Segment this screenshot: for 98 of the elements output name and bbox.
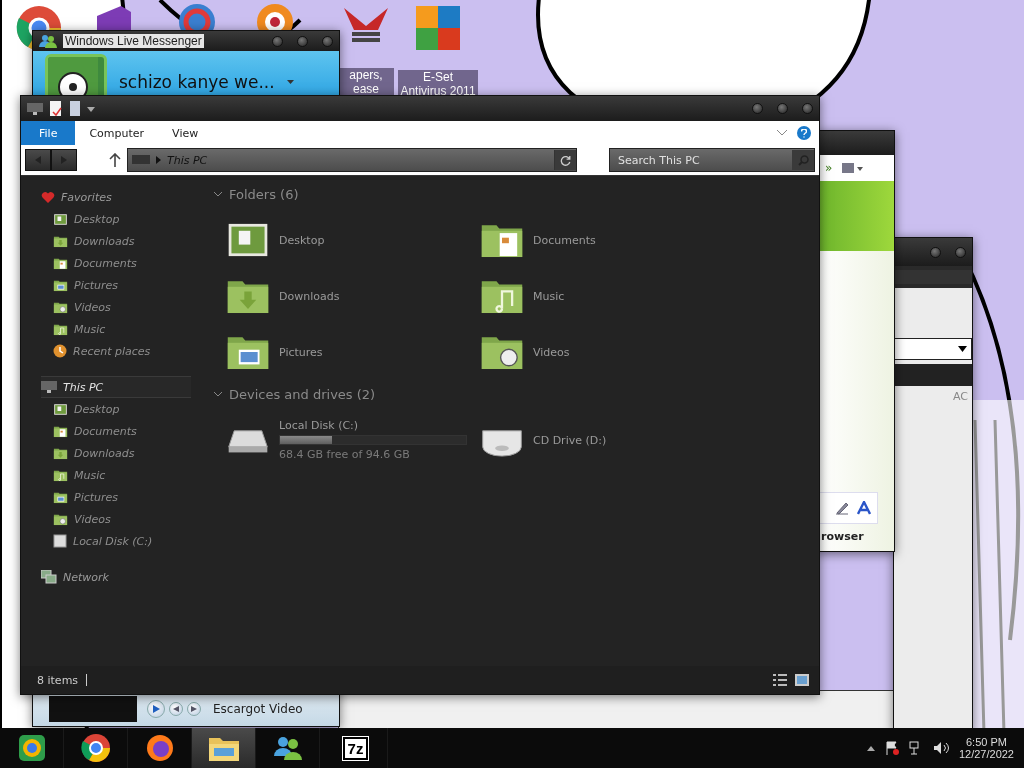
- clock-icon: [53, 344, 67, 358]
- people-icon: [271, 734, 304, 762]
- address-bar[interactable]: This PC: [127, 148, 577, 172]
- help-icon[interactable]: [797, 126, 811, 140]
- previous-button[interactable]: [169, 702, 183, 716]
- folder-icon: [53, 401, 68, 417]
- network-icon: [41, 570, 57, 584]
- browser-icon: [80, 733, 111, 763]
- nav-item[interactable]: Network: [41, 566, 191, 588]
- heart-icon: [41, 190, 55, 204]
- chevron-icon[interactable]: [777, 130, 787, 136]
- ribbon-tab[interactable]: File: [21, 121, 76, 145]
- section-header[interactable]: Devices and drives (2): [229, 386, 376, 402]
- nav-item[interactable]: Pictures: [41, 486, 191, 508]
- close-button[interactable]: [955, 246, 966, 258]
- minimize-button[interactable]: [752, 103, 763, 114]
- maximize-button[interactable]: [777, 103, 788, 114]
- properties-icon[interactable]: [49, 100, 63, 117]
- column-header: AC: [953, 389, 969, 403]
- media-title: Escargot Video: [213, 702, 303, 716]
- caret-icon: [958, 346, 967, 352]
- monitor-icon: [27, 101, 43, 116]
- people-icon: [39, 34, 57, 48]
- item-label[interactable]: Downloads: [279, 289, 340, 303]
- item-label[interactable]: Videos: [533, 345, 570, 359]
- back-icon: [35, 156, 41, 164]
- dropdown-field[interactable]: [894, 338, 972, 360]
- chevron-down-icon[interactable]: [213, 390, 223, 398]
- user-name[interactable]: schizo kanye we...: [119, 72, 275, 92]
- pencil-icon[interactable]: [835, 501, 849, 515]
- item-count: 8 items: [37, 673, 79, 687]
- play-button[interactable]: [147, 700, 165, 718]
- chevron-down-icon[interactable]: [213, 190, 223, 198]
- refresh-icon: [560, 154, 571, 166]
- search-input[interactable]: Search This PC: [616, 152, 792, 168]
- new-folder-icon[interactable]: [69, 100, 81, 117]
- taskbar-button[interactable]: 7z: [324, 728, 388, 768]
- browser-icon: [16, 733, 47, 763]
- flag-icon[interactable]: [884, 741, 899, 755]
- refresh-button[interactable]: [554, 150, 576, 170]
- nav-item[interactable]: Desktop: [41, 398, 191, 420]
- caret-icon: [286, 80, 294, 84]
- nav-item[interactable]: Downloads: [41, 442, 191, 464]
- nav-item[interactable]: Local Disk (C:): [41, 530, 191, 552]
- details-view-icon[interactable]: [773, 674, 787, 686]
- nav-item[interactable]: Favorites: [41, 186, 191, 208]
- free-space-text: 68.4 GB free of 94.6 GB: [279, 448, 411, 461]
- nav-item[interactable]: Downloads: [41, 230, 191, 252]
- volume-icon[interactable]: [932, 741, 949, 755]
- folder-icon: [53, 211, 68, 227]
- ribbon-tab[interactable]: Computer: [75, 121, 159, 145]
- monitor-icon: [132, 154, 150, 166]
- nav-item[interactable]: This PC: [41, 376, 191, 398]
- drive-icon: [53, 534, 67, 548]
- nav-item[interactable]: Desktop: [41, 208, 191, 230]
- window-title: Windows Live Messenger: [63, 34, 204, 48]
- item-label[interactable]: Desktop: [279, 233, 325, 247]
- caret-icon[interactable]: [87, 105, 95, 112]
- nav-item[interactable]: Recent places: [41, 340, 191, 362]
- menu-icon[interactable]: [842, 161, 865, 175]
- item-label[interactable]: CD Drive (D:): [533, 433, 607, 447]
- nav-item[interactable]: Videos: [41, 508, 191, 530]
- close-button[interactable]: [802, 103, 813, 114]
- nav-item[interactable]: Documents: [41, 252, 191, 274]
- clock[interactable]: 6:50 PM 12/27/2022: [958, 736, 1014, 760]
- drive-label[interactable]: Local Disk (C:): [279, 419, 467, 432]
- section-header[interactable]: Folders (6): [229, 186, 299, 202]
- play-icon: [152, 705, 160, 713]
- font-icon[interactable]: [857, 501, 871, 515]
- nav-item[interactable]: Music: [41, 318, 191, 340]
- item-label[interactable]: Pictures: [279, 345, 323, 359]
- close-button[interactable]: [322, 35, 333, 47]
- nav-item[interactable]: Music: [41, 464, 191, 486]
- item-label[interactable]: Documents: [533, 233, 596, 247]
- maximize-button[interactable]: [297, 35, 308, 47]
- caret-up-icon[interactable]: [866, 745, 875, 751]
- overflow-button[interactable]: »: [825, 161, 833, 175]
- previous-icon: [173, 706, 179, 712]
- ribbon-tab[interactable]: View: [158, 121, 213, 145]
- nav-item[interactable]: Videos: [41, 296, 191, 318]
- minimize-button[interactable]: [930, 246, 941, 258]
- monitor-icon: [41, 380, 57, 394]
- next-button[interactable]: [187, 702, 201, 716]
- up-arrow-icon[interactable]: [109, 153, 121, 167]
- fox-icon: [144, 733, 175, 763]
- icon-label: apers, ease: [338, 68, 394, 96]
- taskbar-button[interactable]: [192, 728, 256, 768]
- chevron-right-icon: [156, 156, 161, 164]
- nav-item[interactable]: Pictures: [41, 274, 191, 296]
- next-icon: [191, 706, 197, 712]
- search-icon: [797, 154, 809, 166]
- forward-icon: [61, 156, 67, 164]
- item-label[interactable]: Music: [533, 289, 565, 303]
- footer-text: rowser: [820, 530, 865, 543]
- nav-item[interactable]: Documents: [41, 420, 191, 442]
- search-field[interactable]: Search This PC: [609, 148, 815, 172]
- minimize-button[interactable]: [272, 35, 283, 47]
- squares-icon: [414, 4, 462, 52]
